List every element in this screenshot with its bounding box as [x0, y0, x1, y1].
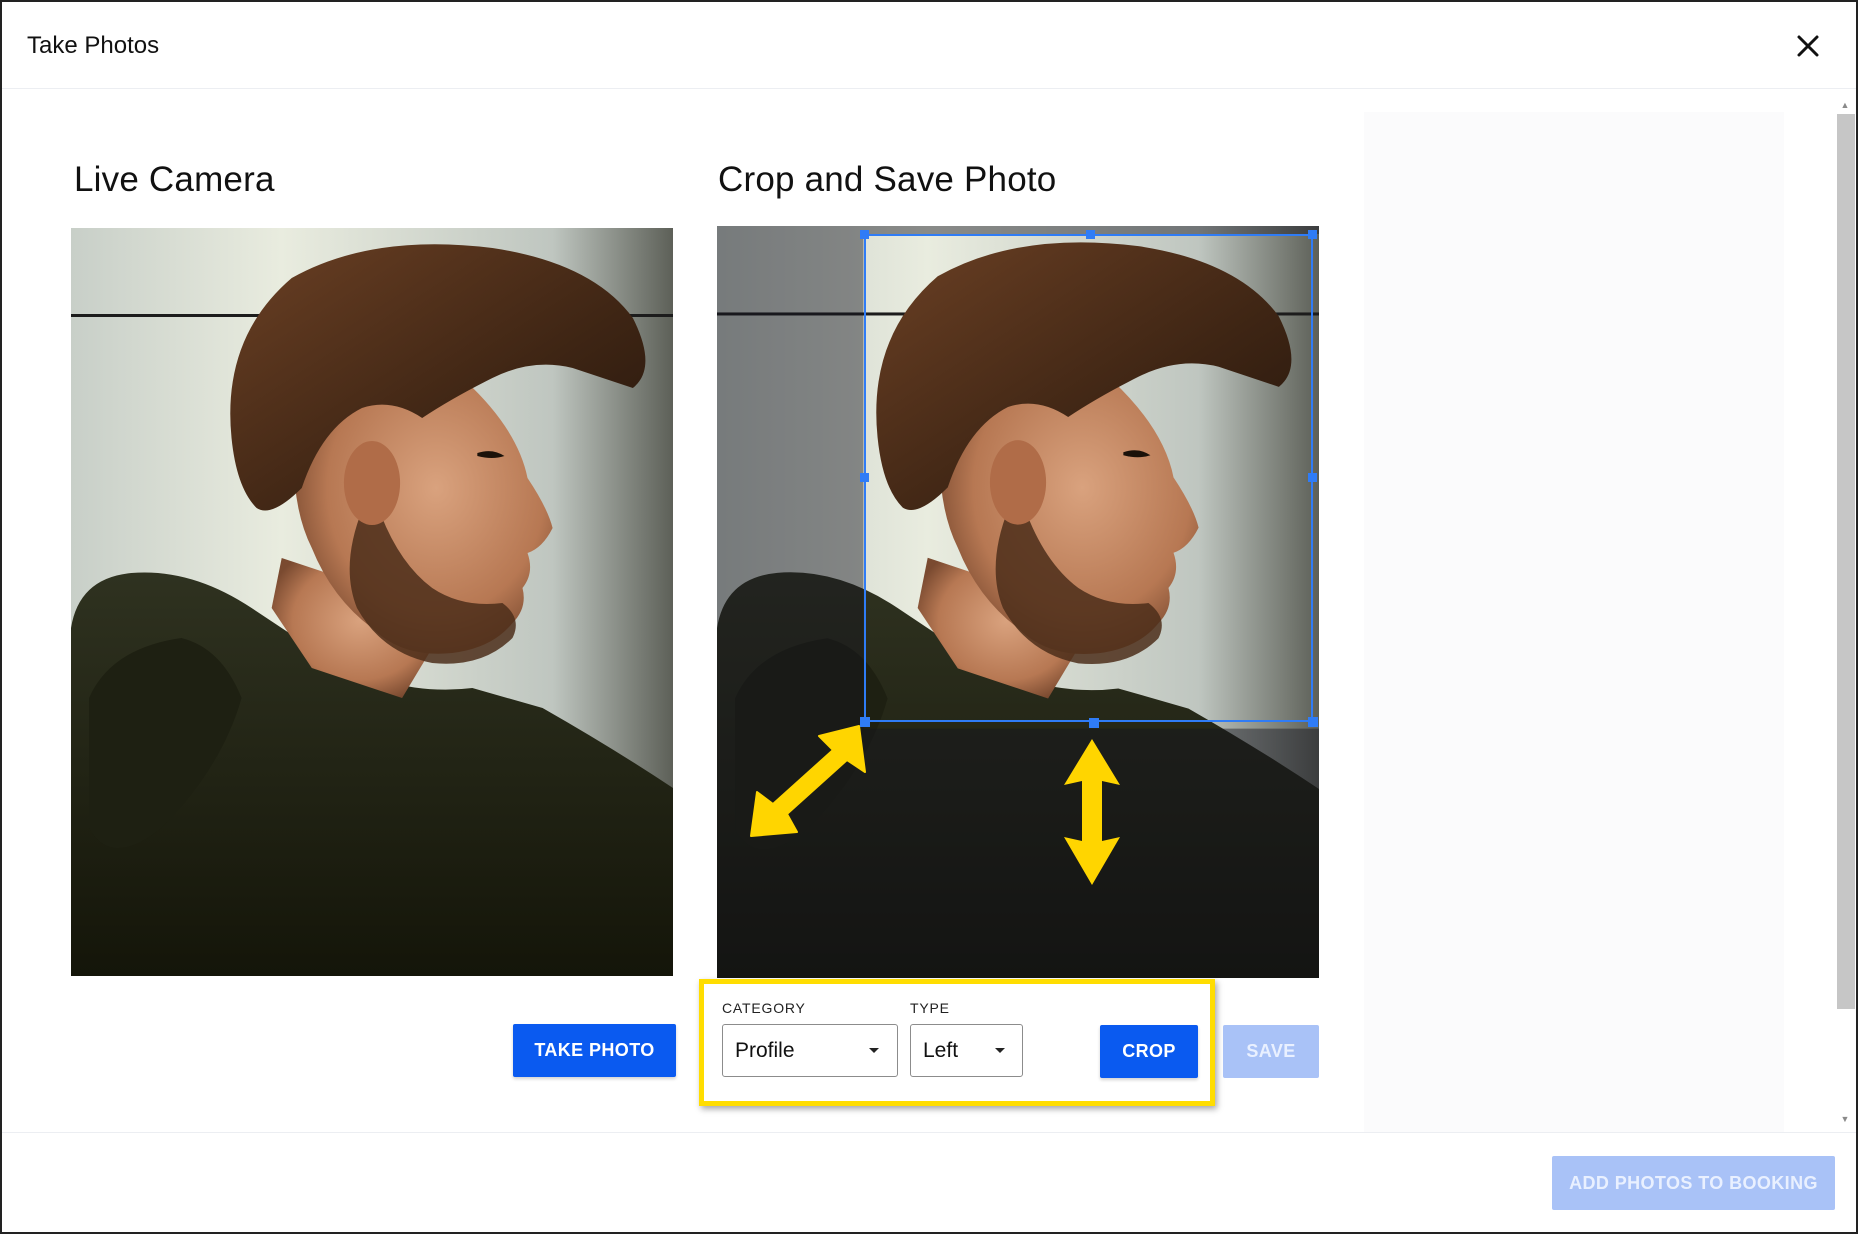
crop-handle-bottom-center[interactable]	[1089, 718, 1099, 728]
scroll-up-arrow-icon[interactable]: ▲	[1836, 98, 1854, 112]
category-select[interactable]: Profile	[722, 1024, 898, 1077]
crop-save-title: Crop and Save Photo	[718, 160, 1057, 199]
scrollbar[interactable]: ▲ ▼	[1836, 98, 1855, 1128]
live-camera-title: Live Camera	[74, 160, 275, 199]
dialog-title: Take Photos	[27, 32, 160, 59]
type-label: TYPE	[910, 1000, 950, 1016]
crop-handle-middle-right[interactable]	[1308, 473, 1317, 482]
crop-handle-top-right[interactable]	[1308, 230, 1317, 239]
footer-divider	[2, 1132, 1856, 1133]
type-select[interactable]: Left	[910, 1024, 1023, 1077]
take-photos-dialog: Take Photos ▲ ▼ Live Camera TAKE PHOTO C…	[0, 0, 1858, 1234]
save-button[interactable]: SAVE	[1223, 1025, 1319, 1078]
chevron-down-icon	[869, 1048, 879, 1053]
crop-handle-middle-left[interactable]	[860, 473, 869, 482]
close-icon	[1797, 35, 1819, 57]
category-label: CATEGORY	[722, 1000, 806, 1016]
photos-side-panel	[1364, 112, 1784, 1132]
type-select-value: Left	[923, 1039, 959, 1062]
crop-button[interactable]: CROP	[1100, 1025, 1198, 1078]
resize-diagonal-arrow	[750, 725, 866, 837]
add-photos-to-booking-button[interactable]: ADD PHOTOS TO BOOKING	[1552, 1156, 1835, 1210]
crop-handle-top-center[interactable]	[1086, 230, 1095, 239]
resize-vertical-arrow	[1064, 739, 1120, 885]
scroll-down-arrow-icon[interactable]: ▼	[1836, 1112, 1854, 1126]
crop-frame[interactable]	[864, 234, 1313, 722]
crop-handle-bottom-right[interactable]	[1308, 717, 1318, 727]
take-photo-button[interactable]: TAKE PHOTO	[513, 1024, 676, 1077]
chevron-down-icon	[995, 1048, 1005, 1053]
scroll-thumb[interactable]	[1837, 114, 1855, 1009]
dialog-header: Take Photos	[2, 2, 1856, 89]
close-button[interactable]	[1786, 24, 1830, 68]
category-select-value: Profile	[735, 1039, 795, 1062]
crop-handle-top-left[interactable]	[860, 230, 869, 239]
live-camera-feed	[71, 228, 673, 976]
